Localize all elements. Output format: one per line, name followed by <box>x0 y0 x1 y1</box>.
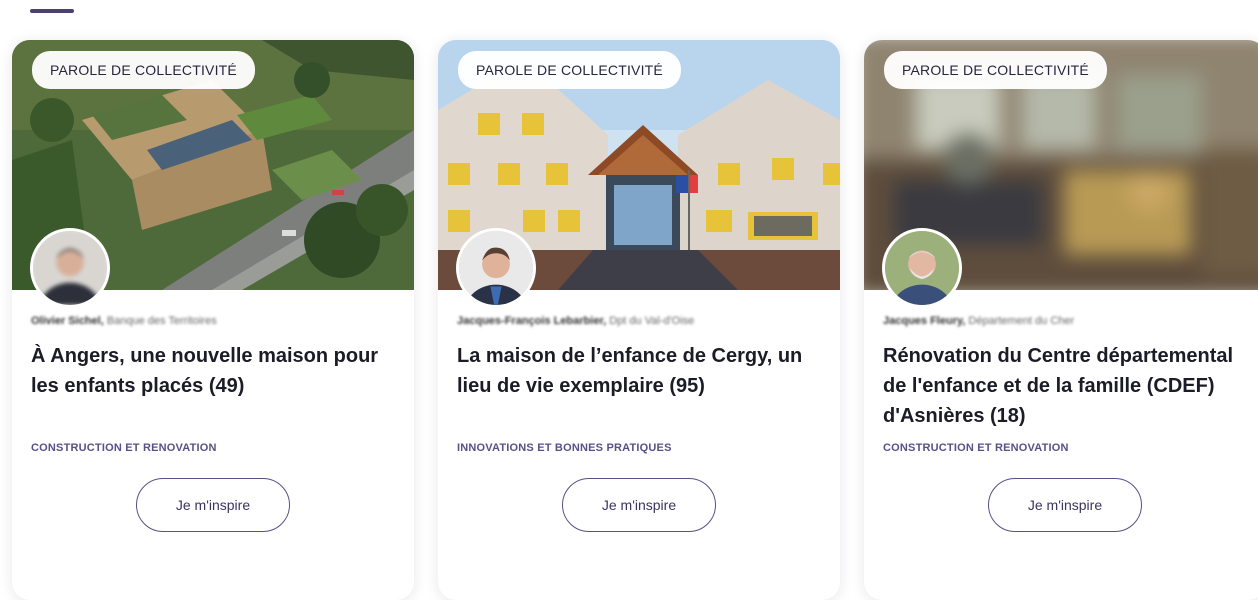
author-avatar <box>30 228 110 308</box>
article-card[interactable]: PAROLE DE COLLECTIVITÉ Jacques-François … <box>438 40 840 600</box>
card-author: Jacques Fleury, Département du Cher <box>883 315 1247 331</box>
card-badge: PAROLE DE COLLECTIVITÉ <box>32 51 255 89</box>
author-name: Jacques Fleury, <box>883 315 966 327</box>
card-title[interactable]: À Angers, une nouvelle maison pour les e… <box>31 341 395 433</box>
card-title[interactable]: La maison de l’enfance de Cergy, un lieu… <box>457 341 821 433</box>
author-name: Jacques-François Lebarbier, <box>457 315 607 327</box>
card-category[interactable]: INNOVATIONS ET BONNES PRATIQUES <box>457 442 821 454</box>
author-org: Banque des Territoires <box>106 315 217 327</box>
section-accent-line <box>30 9 74 13</box>
inspire-button[interactable]: Je m'inspire <box>988 478 1142 532</box>
author-name: Olivier Sichel, <box>31 315 104 327</box>
card-category[interactable]: CONSTRUCTION ET RENOVATION <box>883 442 1247 454</box>
author-org: Département du Cher <box>968 315 1075 327</box>
inspire-button[interactable]: Je m'inspire <box>562 478 716 532</box>
author-org: Dpt du Val-d'Oise <box>609 315 695 327</box>
card-author: Jacques-François Lebarbier, Dpt du Val-d… <box>457 315 821 331</box>
inspire-button[interactable]: Je m'inspire <box>136 478 290 532</box>
card-list: PAROLE DE COLLECTIVITÉ Olivier Sichel, B… <box>12 40 1258 600</box>
author-avatar <box>456 228 536 308</box>
card-badge: PAROLE DE COLLECTIVITÉ <box>458 51 681 89</box>
author-avatar <box>882 228 962 308</box>
card-title[interactable]: Rénovation du Centre départemental de l'… <box>883 341 1247 433</box>
card-category[interactable]: CONSTRUCTION ET RENOVATION <box>31 442 395 454</box>
article-card[interactable]: PAROLE DE COLLECTIVITÉ Olivier Sichel, B… <box>12 40 414 600</box>
article-card[interactable]: PAROLE DE COLLECTIVITÉ Jacques Fleury, D… <box>864 40 1258 600</box>
card-badge: PAROLE DE COLLECTIVITÉ <box>884 51 1107 89</box>
card-author: Olivier Sichel, Banque des Territoires <box>31 315 395 331</box>
